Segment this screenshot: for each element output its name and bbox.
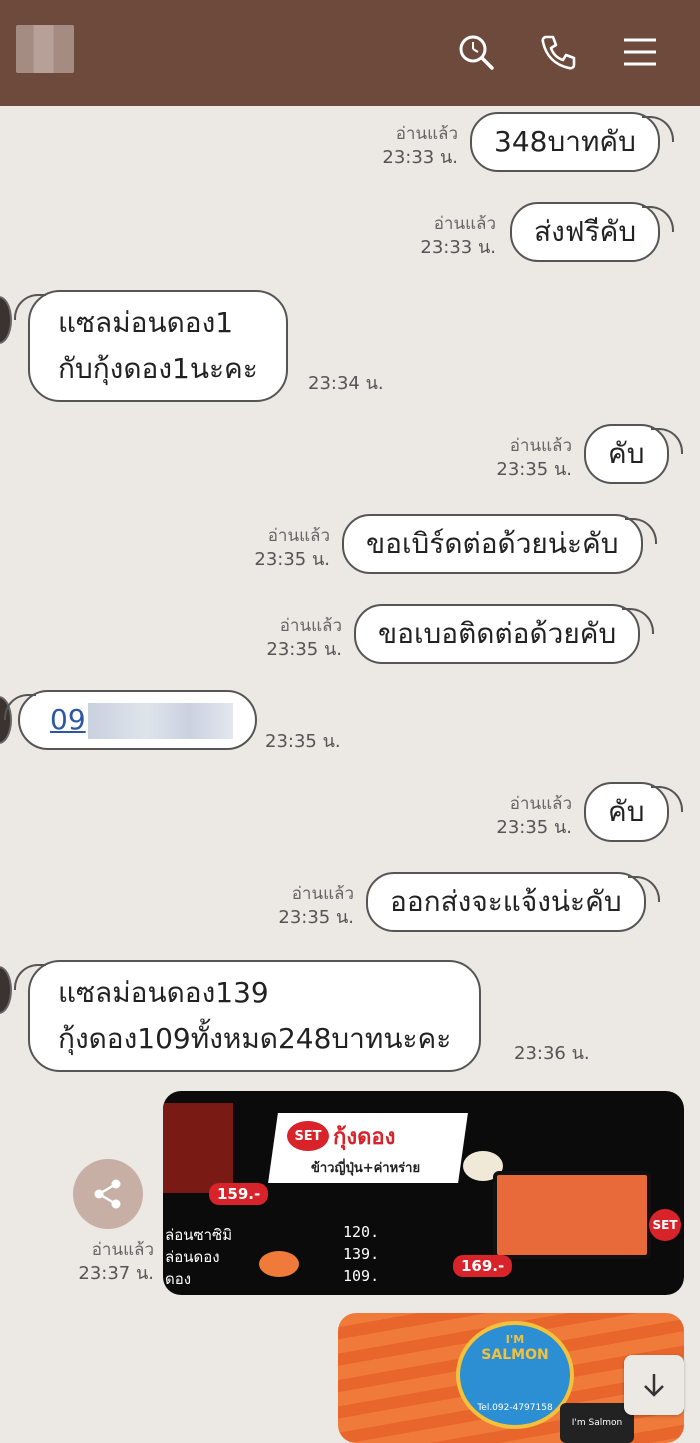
read-receipt: อ่านแล้ว <box>395 124 458 144</box>
read-receipt: อ่านแล้ว <box>291 884 354 904</box>
price-badge: 169.- <box>453 1255 513 1277</box>
read-receipt: อ่านแล้ว <box>267 526 330 546</box>
message-time: 23:35 น. <box>265 731 341 752</box>
message-time: 23:35 น. <box>496 817 572 838</box>
message-text: ขอเบิร์ดต่อด้วยน่ะคับ <box>366 527 619 560</box>
message-text: คับ <box>608 795 645 828</box>
set-title: กุ้งดอง <box>333 1125 396 1150</box>
price-badge: 159.- <box>209 1183 269 1205</box>
search-icon[interactable] <box>454 30 498 74</box>
chat-header <box>0 0 700 106</box>
outgoing-message[interactable]: ส่งฟรีคับ <box>510 202 675 262</box>
menu-price: 109. <box>343 1267 380 1285</box>
incoming-message[interactable]: 09 <box>4 690 257 750</box>
message-time: 23:35 น. <box>254 549 330 570</box>
salmon-slice-photo <box>259 1251 299 1277</box>
outgoing-message[interactable]: คับ <box>584 782 682 842</box>
message-meta: อ่านแล้ว 23:37 น. <box>60 1238 154 1286</box>
share-icon <box>94 1179 121 1209</box>
message-meta: อ่านแล้ว 23:35 น. <box>472 434 572 482</box>
phone-number-link[interactable]: 09 <box>50 703 86 736</box>
message-meta: 23:36 น. <box>514 1042 590 1066</box>
message-text: คับ <box>608 437 645 470</box>
menu-row: ดอง <box>165 1270 192 1288</box>
read-receipt: อ่านแล้ว <box>91 1240 154 1260</box>
read-receipt: อ่านแล้ว <box>509 794 572 814</box>
contact-avatar[interactable] <box>0 966 12 1014</box>
message-time: 23:33 น. <box>420 237 496 258</box>
message-text-line: แซลม่อนดอง139 <box>58 976 269 1009</box>
message-text: ออกส่งจะแจ้งน่ะคับ <box>390 885 622 918</box>
message-text-line: กุ้งดอง109ทั้งหมด248บาทนะคะ <box>58 1022 452 1055</box>
outgoing-message[interactable]: ขอเบอติดต่อด้วยคับ <box>354 604 655 664</box>
outgoing-message[interactable]: ขอเบิร์ดต่อด้วยน่ะคับ <box>342 514 657 574</box>
outgoing-message[interactable]: คับ <box>584 424 682 484</box>
incoming-message[interactable]: แซลม่อนดอง1 กับกุ้งดอง1นะคะ <box>14 290 288 402</box>
salmon-sashimi-photo <box>493 1171 651 1259</box>
shop-tag: I'm Salmon <box>560 1403 634 1443</box>
message-time: 23:35 น. <box>266 639 342 660</box>
menu-price: 139. <box>343 1245 380 1263</box>
message-text-line: กับกุ้งดอง1นะคะ <box>58 352 258 385</box>
outgoing-message[interactable]: ออกส่งจะแจ้งน่ะคับ <box>366 872 660 932</box>
message-meta: 23:34 น. <box>308 372 384 396</box>
salmon-bowl-photo <box>163 1103 233 1193</box>
message-meta: อ่านแล้ว 23:35 น. <box>228 524 330 572</box>
menu-promo-image[interactable]: SET กุ้งดอง ข้าวญี่ปุ่น+ค่าหร่าย 159.- S… <box>163 1091 684 1295</box>
outgoing-message[interactable]: 348บาทคับ <box>470 112 674 172</box>
message-meta: อ่านแล้ว 23:35 น. <box>240 614 342 662</box>
salmon-logo: I'M SALMON Tel.092-4797158 <box>456 1321 574 1429</box>
message-time: 23:35 น. <box>496 459 572 480</box>
blurred-phone-digits <box>87 703 233 739</box>
message-meta: อ่านแล้ว 23:35 น. <box>254 882 354 930</box>
message-time: 23:35 น. <box>278 907 354 928</box>
scroll-down-icon <box>644 1374 664 1397</box>
set-badge: SET <box>649 1209 681 1241</box>
menu-icon[interactable] <box>618 30 662 74</box>
menu-price: 120. <box>343 1223 380 1241</box>
scroll-to-bottom-button[interactable] <box>624 1355 684 1415</box>
menu-row: ล่อนซาซิมิ <box>165 1226 233 1244</box>
message-text-line: แซลม่อนดอง1 <box>58 306 234 339</box>
message-meta: 23:35 น. <box>265 730 341 754</box>
message-time: 23:33 น. <box>382 147 458 168</box>
message-time: 23:37 น. <box>78 1263 154 1284</box>
message-text: ส่งฟรีคับ <box>534 215 637 248</box>
set-badge: SET <box>287 1121 329 1151</box>
contact-avatar[interactable] <box>0 296 12 344</box>
incoming-message[interactable]: แซลม่อนดอง139 กุ้งดอง109ทั้งหมด248บาทนะค… <box>13 960 482 1072</box>
message-meta: อ่านแล้ว 23:33 น. <box>360 122 458 170</box>
message-meta: อ่านแล้ว 23:33 น. <box>398 212 496 260</box>
read-receipt: อ่านแล้ว <box>433 214 496 234</box>
read-receipt: อ่านแล้ว <box>509 436 572 456</box>
message-meta: อ่านแล้ว 23:35 น. <box>472 792 572 840</box>
read-receipt: อ่านแล้ว <box>279 616 342 636</box>
blurred-contact-name[interactable] <box>16 25 74 73</box>
message-text: 348บาทคับ <box>494 125 636 158</box>
message-time: 23:36 น. <box>514 1043 590 1064</box>
share-button[interactable] <box>73 1159 143 1229</box>
message-time: 23:34 น. <box>308 373 384 394</box>
message-text: ขอเบอติดต่อด้วยคับ <box>378 617 617 650</box>
set-subtitle: ข้าวญี่ปุ่น+ค่าหร่าย <box>311 1161 421 1176</box>
menu-row: ล่อนดอง <box>165 1248 220 1266</box>
phone-icon[interactable] <box>536 30 580 74</box>
